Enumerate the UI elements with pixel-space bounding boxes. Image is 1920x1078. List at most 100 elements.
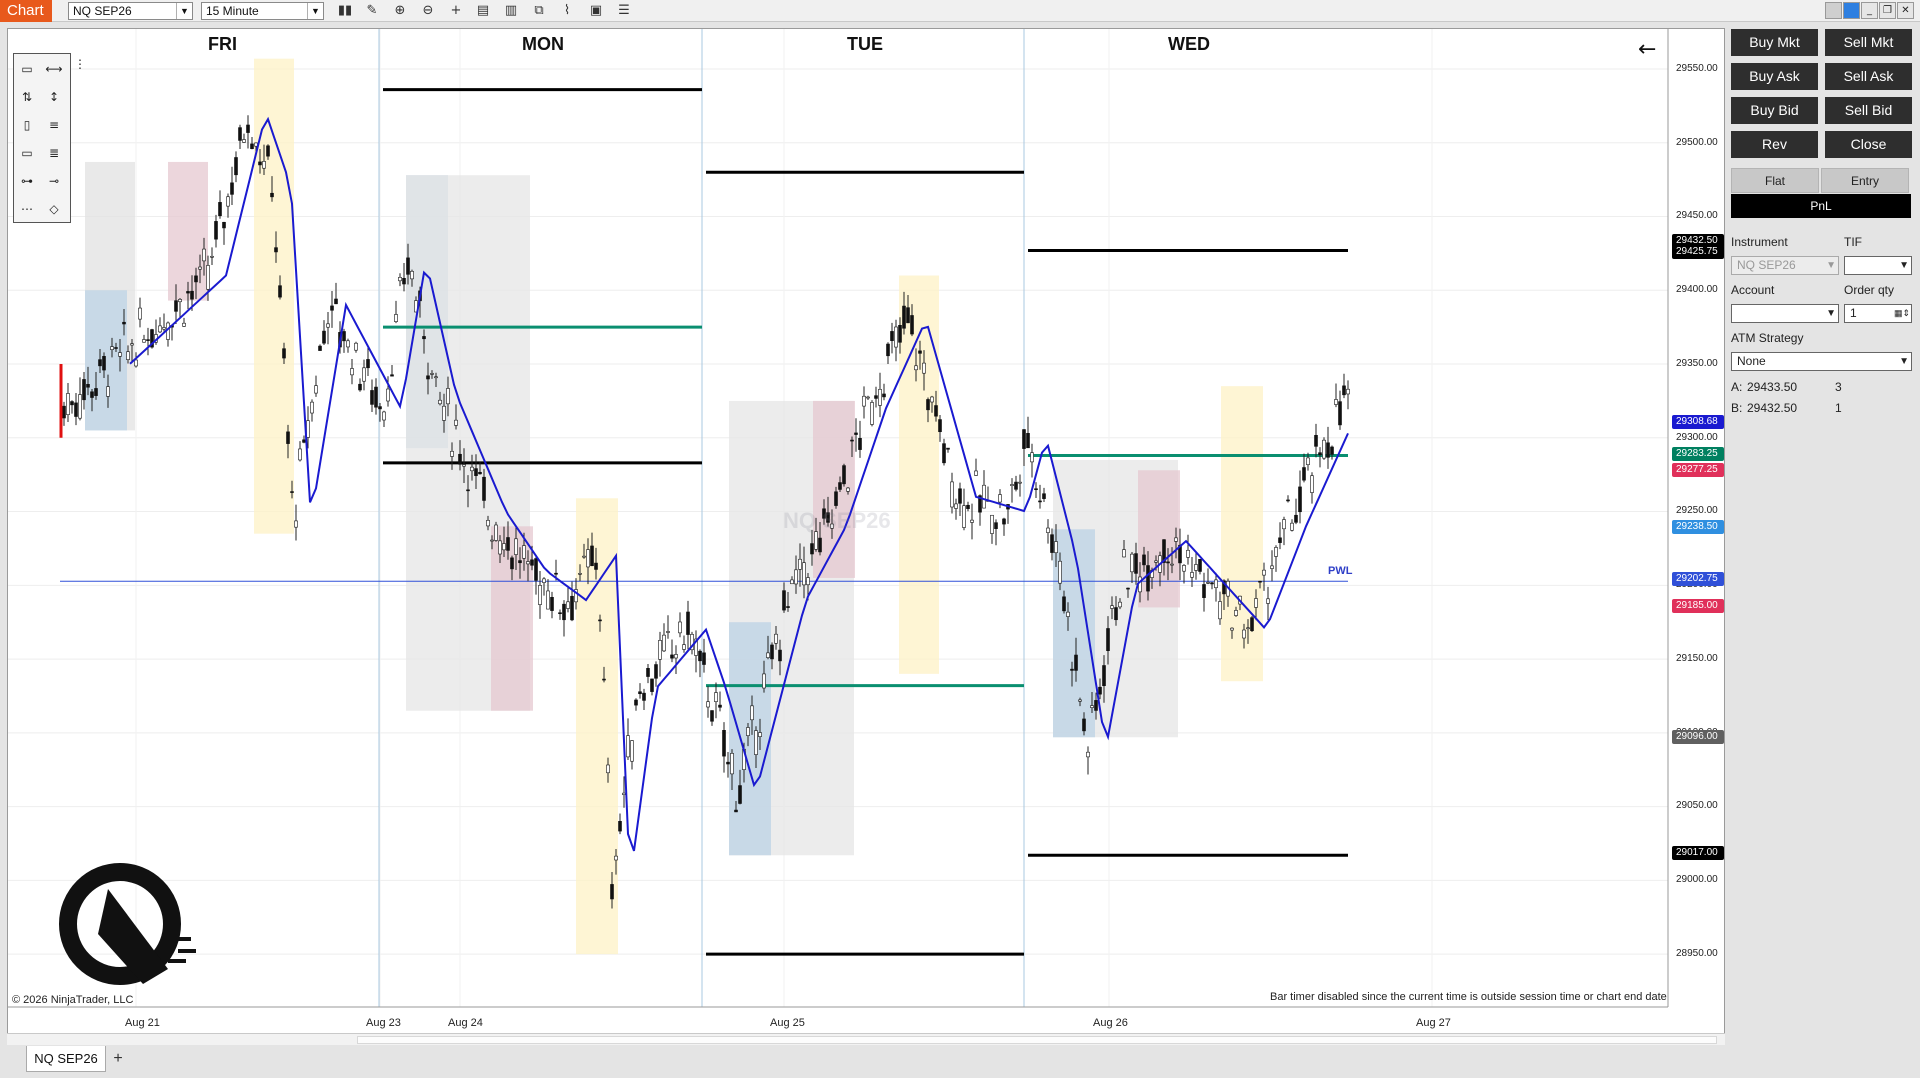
region-icon[interactable]: ▭ [16,143,38,163]
bar-type-icon[interactable]: ▮▮ [336,2,354,20]
add-tab-button[interactable]: + [108,1049,128,1069]
order-qty-stepper[interactable]: 1 ▦⇕ [1844,304,1912,323]
candle-body [482,476,486,501]
arrow-up-down-icon[interactable]: ⇅ [16,87,38,107]
buy-bid-button[interactable]: Buy Bid [1731,97,1818,124]
reverse-button[interactable]: Rev [1731,131,1818,158]
draw-pencil-icon[interactable]: ✎ [363,2,381,20]
candle-body [994,522,998,529]
candle-body [322,330,326,344]
object-list-icon[interactable]: ☰ [615,2,633,20]
candle-body [518,560,522,564]
candle-body [970,519,974,523]
instrument-selector[interactable]: NQ SEP26 ▼ [68,2,193,20]
candle-body [654,664,658,679]
tab-nq-sep26[interactable]: NQ SEP26 [26,1046,106,1072]
sell-market-button[interactable]: Sell Mkt [1825,29,1912,56]
interval-selector[interactable]: 15 Minute ▼ [201,2,324,20]
properties-icon[interactable]: ▣ [587,2,605,20]
session-zone [168,161,208,301]
instrument-select[interactable]: NQ SEP26 ▼ [1731,256,1839,275]
zoom-out-icon[interactable]: ⊖ [419,2,437,20]
candle-body [522,545,526,559]
candle-body [486,519,490,527]
pnl-display: PnL [1731,194,1911,218]
horizontal-lines-icon[interactable]: ≡ [43,115,65,135]
candle-body [882,393,886,398]
candle-body [746,727,750,736]
candle-body [422,336,426,340]
candle-body [1090,705,1094,708]
tif-label: TIF [1844,235,1862,249]
candle-body [310,401,314,414]
account-select[interactable]: ▼ [1731,304,1839,323]
price-chart[interactable]: FRI MON TUE WED NQ SEP26 ← PWL Aug 21 Au… [7,28,1725,1038]
ruler-icon[interactable]: ▭ [16,59,38,79]
candle-body [782,590,786,611]
session-zone [85,290,127,431]
candle-body [950,481,954,508]
indicators-icon[interactable]: ⌇ [558,2,576,20]
diamond-icon[interactable]: ◇ [43,199,65,219]
candle-body [938,419,942,433]
buy-market-button[interactable]: Buy Mkt [1731,29,1818,56]
candle-body [1230,627,1234,631]
line-icon[interactable]: ⊶ [16,171,38,191]
chart-tab[interactable]: Chart [0,0,52,22]
grip-icon[interactable]: ⋮ [74,54,86,74]
minimize-icon[interactable]: _ [1861,2,1878,19]
close-icon[interactable]: ✕ [1897,2,1914,19]
buy-ask-button[interactable]: Buy Ask [1731,63,1818,90]
strategies-icon[interactable]: ⧉ [530,2,548,20]
chart-canvas[interactable] [8,29,1726,1039]
chart-horizontal-scrollbar[interactable] [7,1033,1725,1045]
scrollbar-thumb[interactable] [357,1036,1717,1044]
price-axis-tick: 29250.00 [1676,505,1718,516]
candle-body [1346,388,1350,395]
candle-body [198,266,202,270]
candle-body [626,735,630,758]
extended-line-icon[interactable]: ⋯ [16,199,38,219]
candle-body [1126,587,1130,590]
sell-ask-button[interactable]: Sell Ask [1825,63,1912,90]
restore-icon[interactable]: ❐ [1879,2,1896,19]
candle-body [70,401,74,406]
candle-body [370,390,374,405]
vertical-line-icon[interactable]: ↕ [43,87,65,107]
link-blue-icon[interactable] [1843,2,1860,19]
candle-body [918,350,922,354]
crosshair-icon[interactable]: + [447,2,465,20]
candle-body [1338,401,1342,426]
back-arrow-icon[interactable]: ← [1638,37,1656,62]
candle-body [238,127,242,141]
candle-body [582,555,586,558]
atm-strategy-select[interactable]: None ▼ [1731,352,1912,371]
candle-body [1094,700,1098,711]
candle-body [846,487,850,492]
candle-body [570,595,574,621]
price-axis-tick: 29000.00 [1676,874,1718,885]
candle-body [1086,751,1090,758]
candle-body [1050,534,1054,553]
candle-body [614,855,618,861]
atm-strategy-value: None [1737,354,1766,368]
fibonacci-icon[interactable]: ≣ [43,143,65,163]
ray-icon[interactable]: ⊸ [43,171,65,191]
candle-body [454,419,458,426]
zoom-in-icon[interactable]: ⊕ [391,2,409,20]
candle-body [386,388,390,402]
risk-reward-icon[interactable]: ⟷ [43,59,65,79]
candle-body [1322,439,1326,459]
sell-bid-button[interactable]: Sell Bid [1825,97,1912,124]
templates-icon[interactable]: ▥ [502,2,520,20]
tif-select[interactable]: ▼ [1844,256,1912,275]
candle-body [902,305,906,329]
candle-body [430,373,434,375]
close-position-button[interactable]: Close [1825,131,1912,158]
rectangle-icon[interactable]: ▯ [16,115,38,135]
data-box-icon[interactable]: ▤ [474,2,492,20]
candle-body [318,345,322,351]
link-grey-icon[interactable] [1825,2,1842,19]
candle-body [502,543,506,551]
stepper-arrows-icon[interactable]: ▦⇕ [1894,305,1910,322]
